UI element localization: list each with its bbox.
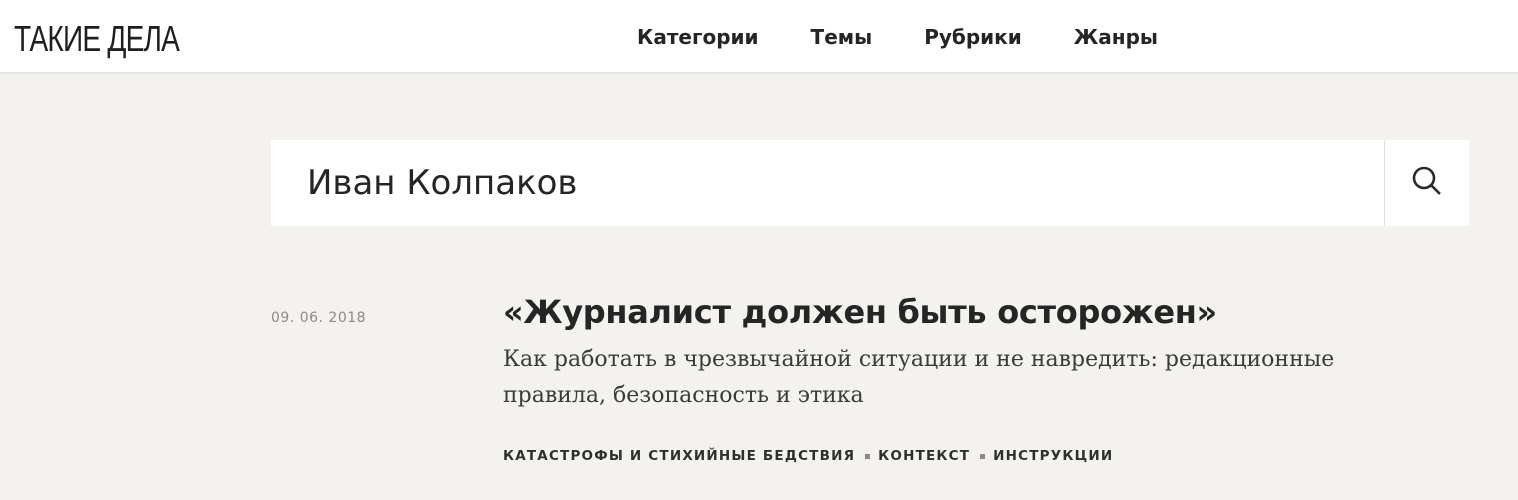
main-nav: Категории Темы Рубрики Жанры [637, 24, 1158, 50]
article-lead: Как работать в чрезвычайной ситуации и н… [503, 347, 1335, 408]
tag-separator [865, 453, 871, 459]
nav-item-genres[interactable]: Жанры [1074, 24, 1158, 50]
tag-separator [980, 453, 986, 459]
search-icon [1411, 165, 1443, 201]
nav-item-topics[interactable]: Темы [811, 24, 873, 50]
article-date: 09. 06. 2018 [271, 310, 367, 326]
article-title-link[interactable]: «Журналист должен быть осторожен» [503, 290, 1217, 334]
site-logo[interactable]: ТАКИЕ ДЕЛА [14, 18, 180, 60]
search-box [271, 140, 1469, 226]
search-button[interactable] [1385, 140, 1469, 226]
tag-context[interactable]: КОНТЕКСТ [878, 448, 970, 464]
tag-instructions[interactable]: ИНСТРУКЦИИ [993, 448, 1113, 464]
tag-disasters[interactable]: КАТАСТРОФЫ И СТИХИЙНЫЕ БЕДСТВИЯ [503, 448, 855, 464]
site-header: ТАКИЕ ДЕЛА Категории Темы Рубрики Жанры [0, 0, 1518, 73]
nav-item-rubrics[interactable]: Рубрики [924, 24, 1022, 50]
article-tags: КАТАСТРОФЫ И СТИХИЙНЫЕ БЕДСТВИЯ КОНТЕКСТ… [503, 448, 1113, 464]
nav-item-categories[interactable]: Категории [637, 24, 759, 50]
search-input[interactable] [307, 140, 1377, 226]
